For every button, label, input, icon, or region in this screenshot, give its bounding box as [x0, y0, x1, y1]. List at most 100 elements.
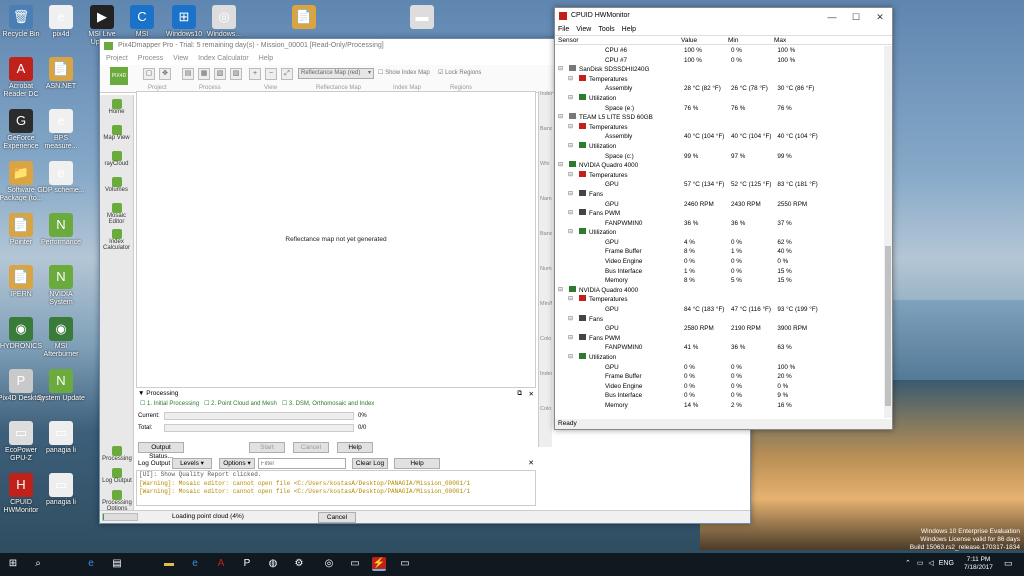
sidebar-item-log-output[interactable]: Log Output — [100, 466, 134, 488]
tree-expander-icon[interactable]: ⊟ — [568, 142, 573, 152]
desktop-icon[interactable]: ◉ MSI Afterburner — [37, 317, 85, 359]
col-max[interactable]: Max — [774, 36, 786, 45]
sensor-row[interactable]: ⊟ Fans PWM — [555, 333, 834, 344]
processing-help-button[interactable]: Help — [337, 442, 373, 453]
status-cancel-button[interactable]: Cancel — [318, 512, 356, 523]
tree-expander-icon[interactable]: ⊟ — [558, 161, 563, 171]
process-run-icon[interactable]: ▦ — [198, 68, 210, 80]
acrobat-icon[interactable]: A — [214, 557, 228, 571]
notification-icon[interactable]: ▭ — [1004, 558, 1013, 569]
log-text-area[interactable]: [UI]: Show Quality Report clicked. [Warni… — [136, 470, 536, 506]
tree-expander-icon[interactable]: ⊟ — [568, 123, 573, 133]
sensor-row[interactable]: GPU 4 % 0 % 62 % — [555, 238, 834, 248]
sensor-row[interactable]: GPU 57 °C (134 °F) 52 °C (125 °F) 83 °C (18… — [555, 180, 834, 190]
desktop-icon[interactable]: e BPS measure... — [37, 109, 85, 151]
sidebar-item-processing-options[interactable]: Processing Options — [100, 488, 134, 512]
sensor-row[interactable]: ⊟ Utilization — [555, 93, 834, 104]
sensor-row[interactable]: CPU #7 100 % 0 % 100 % — [555, 56, 834, 66]
sensor-row[interactable]: ⊟ Temperatures — [555, 295, 834, 305]
menu-help[interactable]: Help — [259, 55, 273, 62]
store-icon[interactable]: ▤ — [110, 557, 124, 571]
zoom-fit-icon[interactable]: ⤢ — [281, 68, 293, 80]
sensor-row[interactable]: Memory 14 % 2 % 16 % — [555, 401, 834, 411]
sensor-row[interactable]: ⊟ Temperatures — [555, 122, 834, 133]
sensor-row[interactable]: ⊟ Fans PWM — [555, 209, 834, 219]
sensor-row[interactable]: ⊟ TEAM L5 LITE SSD 60GB — [555, 113, 834, 123]
menu-view[interactable]: View — [576, 26, 591, 33]
sensor-row[interactable]: ⊟ NVIDIA Quadro 4000 — [555, 161, 834, 171]
sensor-row[interactable]: ⊟ Temperatures — [555, 170, 834, 181]
desktop-icon[interactable]: e GDP scheme... — [37, 161, 85, 195]
zoom-out-icon[interactable]: − — [265, 68, 277, 80]
sensor-row[interactable]: ⊟ Utilization — [555, 353, 834, 363]
lock-regions-checkbox[interactable]: ☑ Lock Regions — [438, 69, 481, 76]
chevron-up-icon[interactable]: ⌃ — [905, 560, 911, 567]
desktop-icon[interactable]: N System Update — [37, 369, 85, 403]
tree-expander-icon[interactable]: ⊟ — [568, 353, 573, 363]
reflectance-map-select[interactable]: Reflectance Map (red) ▾ — [298, 68, 374, 79]
process-stop-icon[interactable]: ▨ — [230, 68, 242, 80]
maximize-icon[interactable]: ☐ — [844, 10, 868, 24]
desktop-icon[interactable]: N Performance — [37, 213, 85, 247]
sensor-row[interactable]: ⊟ Temperatures — [555, 74, 834, 85]
process-options-icon[interactable]: ▧ — [214, 68, 226, 80]
sensor-row[interactable]: GPU 84 °C (183 °F) 47 °C (116 °F) 93 °C (19… — [555, 305, 834, 315]
sidebar-item-volumes[interactable]: Volumes — [100, 175, 133, 201]
sensor-row[interactable]: Assembly 40 °C (104 °F) 40 °C (104 °F) 40 °… — [555, 132, 834, 142]
cancel-processing-button[interactable]: Cancel — [293, 442, 329, 453]
col-min[interactable]: Min — [728, 36, 738, 45]
sidebar-item-processing[interactable]: Processing — [100, 444, 134, 466]
col-sensor[interactable]: Sensor — [558, 36, 579, 45]
tree-expander-icon[interactable]: ⊟ — [568, 334, 573, 344]
sensor-row[interactable]: ⊟ Utilization — [555, 141, 834, 152]
sensor-row[interactable]: ⊟ Utilization — [555, 228, 834, 238]
desktop-icon[interactable]: ▭ panagia li — [37, 473, 85, 507]
levels-dropdown[interactable]: Levels ▾ — [172, 458, 212, 469]
network-icon[interactable]: ▭ — [917, 560, 924, 567]
app-icon[interactable]: ◍ — [266, 557, 280, 571]
desktop-icon[interactable]: ▬ — [398, 5, 446, 31]
language-indicator[interactable]: ENG — [939, 560, 954, 567]
sensor-row[interactable]: GPU 2460 RPM 2430 RPM 2550 RPM — [555, 200, 834, 210]
step3-checkbox[interactable]: ☐ 3. DSM, Orthomosaic and Index — [282, 401, 374, 407]
tree-expander-icon[interactable]: ⊟ — [558, 113, 563, 123]
explorer-icon[interactable]: ▬ — [162, 557, 176, 571]
hwmonitor-title-bar[interactable]: CPUID HWMonitor — ☐ ✕ — [555, 8, 892, 25]
zoom-in-icon[interactable]: + — [249, 68, 261, 80]
options-dropdown[interactable]: Options ▾ — [219, 458, 255, 469]
sensor-row[interactable]: Bus Interface 1 % 0 % 15 % — [555, 267, 834, 277]
scrollbar-thumb[interactable] — [885, 246, 891, 406]
sensor-row[interactable]: ⊟ NVIDIA Quadro 4000 — [555, 285, 834, 296]
sidebar-item-mosaic-editor[interactable]: Mosaic Editor — [100, 201, 133, 227]
sensor-row[interactable]: FANPWMIN0 36 % 36 % 37 % — [555, 219, 834, 229]
ie-icon[interactable]: e — [188, 557, 202, 571]
tree-expander-icon[interactable]: ⊟ — [568, 94, 573, 104]
volume-icon[interactable]: ◁ — [928, 560, 933, 567]
sensor-row[interactable]: Space (e:) 76 % 76 % 76 % — [555, 104, 834, 114]
sensor-row[interactable]: CPU #6 100 % 0 % 100 % — [555, 46, 834, 56]
clear-log-button[interactable]: Clear Log — [352, 458, 388, 469]
tree-expander-icon[interactable]: ⊟ — [568, 228, 573, 238]
menu-view[interactable]: View — [173, 55, 188, 62]
minimize-icon[interactable]: — — [820, 10, 844, 24]
close-icon[interactable]: ✕ — [528, 459, 534, 467]
edge-icon[interactable]: e — [84, 557, 98, 571]
tree-expander-icon[interactable]: ⊟ — [568, 315, 573, 325]
start-button[interactable]: Start — [249, 442, 285, 453]
menu-index-calculator[interactable]: Index Calculator — [198, 55, 249, 62]
hwmonitor-taskbar-icon[interactable]: ⚡ — [372, 557, 386, 571]
processing-header[interactable]: ▼ Processing ⧉ ✕ — [136, 390, 536, 399]
menu-project[interactable]: Project — [106, 55, 128, 62]
new-project-icon[interactable]: ▢ — [143, 68, 155, 80]
move-icon[interactable]: ✥ — [159, 68, 171, 80]
sensor-row[interactable]: Space (c:) 99 % 97 % 99 % — [555, 152, 834, 162]
close-icon[interactable]: ✕ — [868, 10, 892, 24]
output-status-button[interactable]: Output Status... — [138, 442, 184, 460]
show-index-map-checkbox[interactable]: ☐ Show Index Map — [378, 69, 430, 76]
sidebar-item-raycloud[interactable]: rayCloud — [100, 149, 133, 175]
clock[interactable]: 7:11 PM 7/18/2017 — [964, 556, 993, 572]
step1-checkbox[interactable]: ☐ 1. Initial Processing — [140, 401, 199, 407]
sensor-row[interactable]: Video Engine 0 % 0 % 0 % — [555, 257, 834, 267]
tree-expander-icon[interactable]: ⊟ — [568, 209, 573, 219]
close-icon[interactable]: ✕ — [529, 390, 534, 398]
